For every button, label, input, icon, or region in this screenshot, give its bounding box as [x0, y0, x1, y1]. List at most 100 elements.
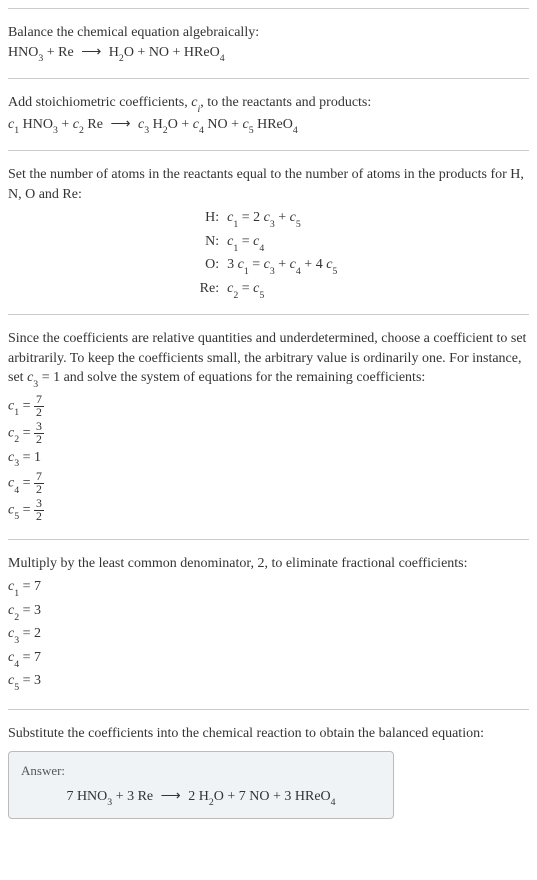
var: c [264, 210, 270, 225]
section-stoichiometric: Add stoichiometric coefficients, ci, to … [8, 78, 529, 150]
subscript: i [197, 104, 200, 115]
subscript: 4 [296, 266, 301, 277]
text: = 2 [238, 210, 263, 225]
subscript: 5 [14, 682, 19, 693]
fraction: 72 [34, 394, 44, 419]
subscript: 2 [79, 125, 84, 136]
subscript: 2 [119, 53, 124, 64]
text: 2 H [185, 789, 209, 804]
subscript: 3 [53, 125, 58, 136]
instruction-text: Substitute the coefficients into the che… [8, 724, 529, 744]
eq-text: H [105, 45, 119, 60]
var: c [264, 257, 270, 272]
subscript: 4 [293, 125, 298, 136]
section-atom-balance: Set the number of atoms in the reactants… [8, 150, 529, 314]
denominator: 2 [34, 434, 44, 446]
text: = 7 [19, 579, 41, 594]
section-integers: Multiply by the least common denominator… [8, 539, 529, 709]
subscript: 1 [14, 125, 19, 136]
text: , to the reactants and products: [200, 95, 371, 110]
text: O + [168, 117, 193, 132]
subscript: 3 [144, 125, 149, 136]
section-answer: Substitute the coefficients into the che… [8, 709, 529, 833]
subscript: 1 [233, 219, 238, 230]
element-label: N: [8, 232, 219, 254]
text: + 3 Re [112, 789, 156, 804]
subscript: 2 [233, 290, 238, 301]
text: = [249, 257, 264, 272]
coefficient-row: c1 = 7 [8, 577, 529, 599]
eq-text: + Re [43, 45, 77, 60]
var: c [238, 257, 244, 272]
text: H [149, 117, 163, 132]
unbalanced-equation: HNO3 + Re ⟶ H2O + NO + HReO4 [8, 43, 529, 65]
text: O + 7 NO + 3 HReO [214, 789, 331, 804]
instruction-text: Set the number of atoms in the reactants… [8, 165, 529, 204]
subscript: 5 [249, 125, 254, 136]
subscript: 4 [259, 243, 264, 254]
coefficient-row: c2 = 32 [8, 421, 529, 446]
text: = 7 [19, 650, 41, 665]
subscript: 3 [270, 219, 275, 230]
denominator: 2 [34, 511, 44, 523]
element-label: O: [8, 255, 219, 277]
answer-label: Answer: [21, 762, 381, 780]
element-label: Re: [8, 279, 219, 301]
text: + [58, 117, 73, 132]
subscript: 3 [14, 635, 19, 646]
instruction-text: Multiply by the least common denominator… [8, 554, 529, 574]
text: = 1 and solve the system of equations fo… [38, 370, 425, 385]
fraction: 32 [34, 421, 44, 446]
subscript: 2 [14, 434, 19, 445]
text: + [275, 257, 290, 272]
subscript: 3 [38, 53, 43, 64]
arrow-icon: ⟶ [81, 43, 101, 63]
subscript: 2 [209, 797, 214, 808]
var: c [193, 117, 199, 132]
section-problem: Balance the chemical equation algebraica… [8, 8, 529, 78]
section-solve: Since the coefficients are relative quan… [8, 314, 529, 538]
eq-text: O + NO + HReO [124, 45, 220, 60]
coefficient-row: c4 = 72 [8, 471, 529, 496]
subscript: 4 [199, 125, 204, 136]
text: = [238, 281, 253, 296]
coefficient-row: c5 = 3 [8, 671, 529, 693]
subscript: 5 [259, 290, 264, 301]
denominator: 2 [34, 407, 44, 419]
var: c [290, 257, 296, 272]
coefficient-equation: c1 HNO3 + c2 Re ⟶ c3 H2O + c4 NO + c5 HR… [8, 115, 529, 137]
fraction: 72 [34, 471, 44, 496]
subscript: 2 [14, 612, 19, 623]
text: HNO [19, 117, 53, 132]
denominator: 2 [34, 484, 44, 496]
coefficient-list: c1 = 72 c2 = 32 c3 = 1 c4 = 72 c5 = 32 [8, 394, 529, 523]
instruction-text: Add stoichiometric coefficients, ci, to … [8, 93, 529, 115]
balance-equation: 3 c1 = c3 + c4 + 4 c5 [227, 255, 529, 277]
arrow-icon: ⟶ [110, 115, 130, 135]
coefficient-row: c3 = 1 [8, 448, 529, 470]
text: 7 HNO [66, 789, 107, 804]
balance-equation: c1 = 2 c3 + c5 [227, 208, 529, 230]
answer-box: Answer: 7 HNO3 + 3 Re ⟶ 2 H2O + 7 NO + 3… [8, 751, 394, 819]
text: = [238, 234, 253, 249]
var: c [290, 210, 296, 225]
subscript: 3 [107, 797, 112, 808]
text: = 1 [19, 450, 41, 465]
coefficient-row: c1 = 72 [8, 394, 529, 419]
subscript: 3 [14, 458, 19, 469]
text: Re [84, 117, 107, 132]
subscript: 5 [296, 219, 301, 230]
arrow-icon: ⟶ [161, 787, 181, 807]
text: = 2 [19, 626, 41, 641]
balance-table: H: c1 = 2 c3 + c5 N: c1 = c4 O: 3 c1 = c… [8, 208, 529, 300]
balance-equation: c2 = c5 [227, 279, 529, 301]
subscript: 1 [14, 588, 19, 599]
text: HReO [254, 117, 293, 132]
balance-equation: c1 = c4 [227, 232, 529, 254]
fraction: 32 [34, 498, 44, 523]
subscript: 1 [14, 407, 19, 418]
coefficient-row: c5 = 32 [8, 498, 529, 523]
text: = [19, 425, 34, 440]
subscript: 5 [332, 266, 337, 277]
text: = [19, 503, 34, 518]
